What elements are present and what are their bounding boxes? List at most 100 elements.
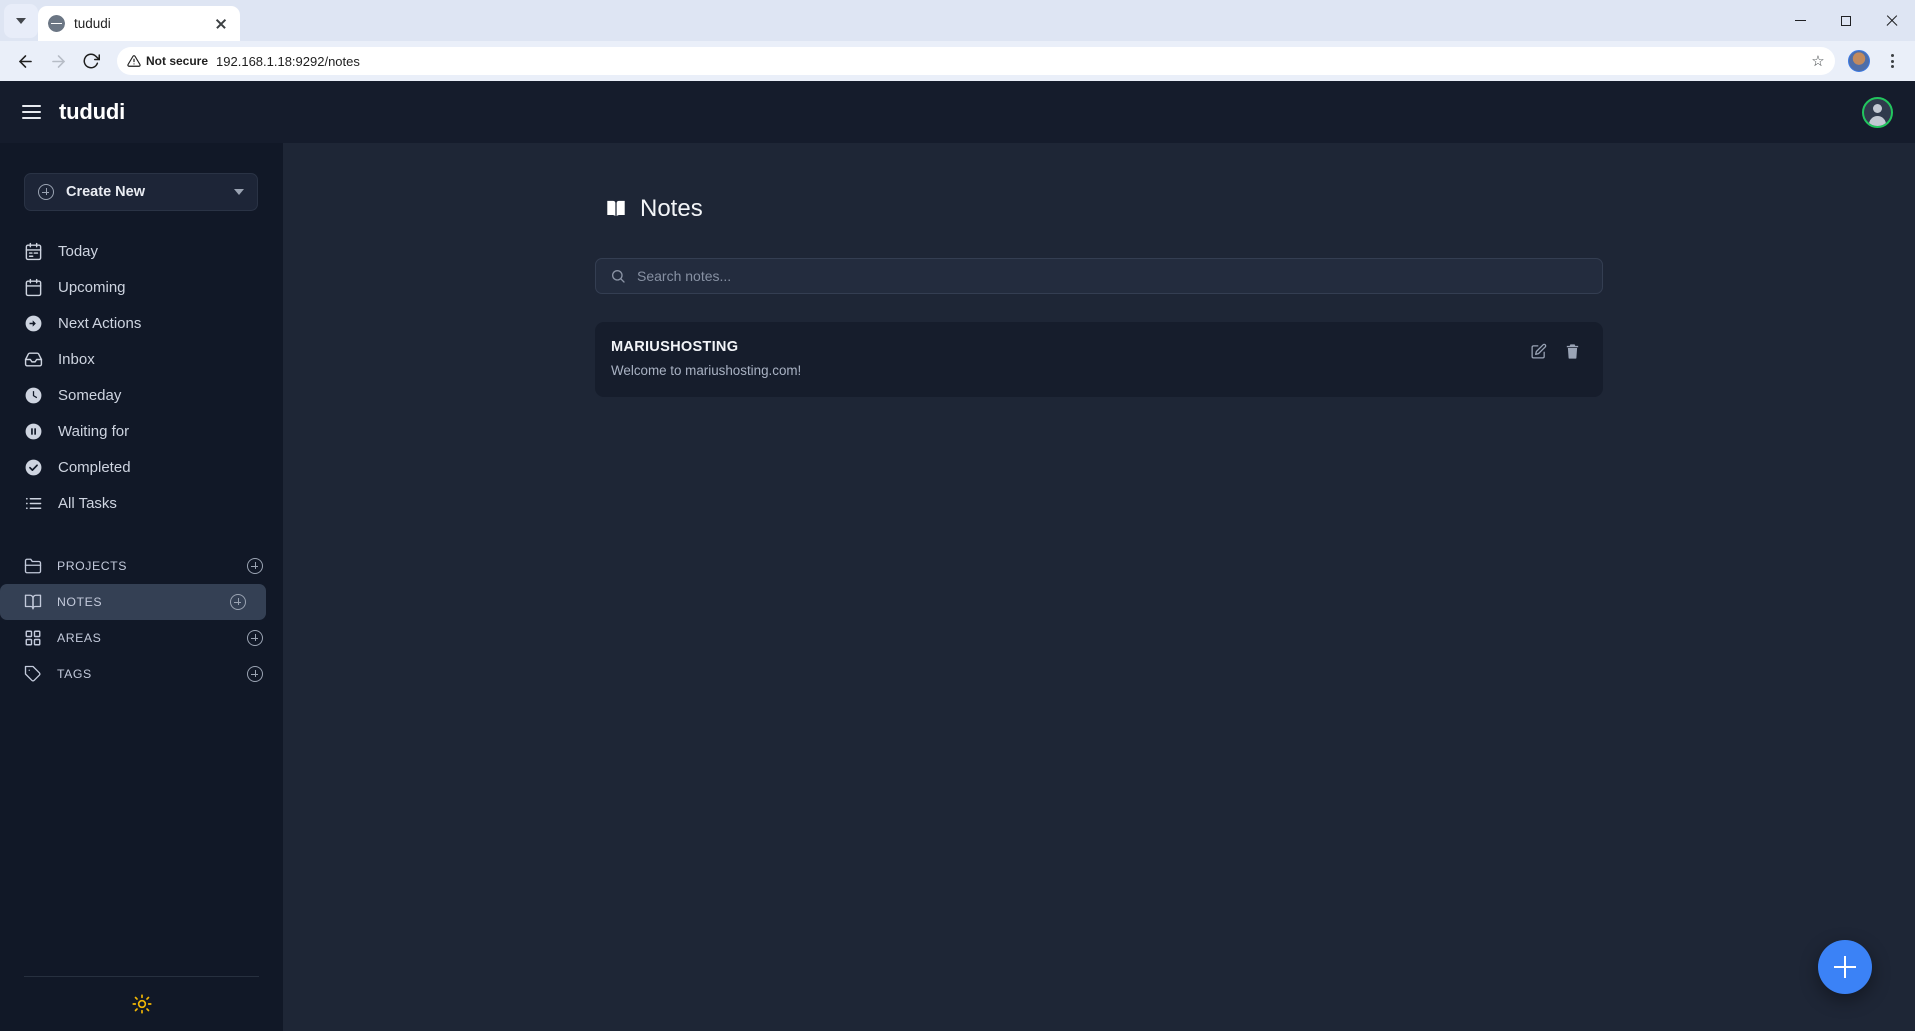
book-icon — [24, 594, 42, 610]
reload-icon — [83, 53, 100, 69]
add-tag-button[interactable] — [247, 666, 263, 682]
search-icon — [612, 270, 625, 283]
add-area-button[interactable] — [247, 630, 263, 646]
create-new-label: Create New — [66, 184, 145, 200]
sidebar-item-label: PROJECTS — [57, 559, 127, 573]
trash-icon[interactable] — [1564, 343, 1581, 360]
calendar-today-icon — [25, 242, 42, 260]
kebab-menu-icon[interactable] — [1879, 46, 1905, 76]
note-title: MARIUSHOSTING — [611, 339, 739, 355]
calendar-icon — [25, 278, 42, 296]
tududi-app: tududi Create New Today Upcoming Next Ac… — [0, 81, 1915, 1031]
tag-icon — [24, 665, 41, 682]
page-title-text: Notes — [640, 195, 703, 222]
clock-icon — [25, 387, 42, 403]
browser-tab[interactable]: tududi — [38, 6, 240, 41]
sidebar-footer — [24, 976, 259, 1031]
pause-circle-icon — [25, 423, 42, 439]
close-icon — [1885, 14, 1899, 28]
sidebar-item-tags[interactable]: TAGS — [0, 656, 283, 692]
main-content: Notes MARIUSHOSTING Welcome to mariushos… — [283, 143, 1915, 1031]
security-indicator[interactable]: Not secure — [127, 54, 208, 68]
sidebar-item-notes[interactable]: NOTES — [0, 584, 266, 620]
maximize-button[interactable] — [1823, 0, 1869, 41]
address-bar[interactable]: Not secure 192.168.1.18:9292/notes ☆ — [117, 47, 1835, 75]
create-new-button[interactable]: Create New — [24, 173, 258, 211]
folder-icon — [24, 558, 42, 574]
sidebar-item-upcoming[interactable]: Upcoming — [0, 269, 283, 305]
minimize-icon — [1794, 19, 1806, 22]
note-body: Welcome to mariushosting.com! — [611, 363, 802, 378]
avatar[interactable] — [1848, 50, 1870, 72]
sidebar-item-projects[interactable]: PROJECTS — [0, 548, 283, 584]
edit-pencil-icon[interactable] — [1530, 343, 1547, 360]
hamburger-menu-icon[interactable] — [22, 105, 41, 119]
sidebar-categories: PROJECTS NOTES AREAS TAGS — [0, 548, 283, 692]
user-avatar-icon[interactable] — [1862, 96, 1893, 128]
sidebar-item-all-tasks[interactable]: All Tasks — [0, 485, 283, 521]
search-bar[interactable] — [595, 258, 1603, 294]
omnibox-actions: ☆ — [1805, 47, 1831, 75]
add-note-button[interactable] — [230, 594, 246, 610]
notes-page: Notes MARIUSHOSTING Welcome to mariushos… — [595, 195, 1603, 397]
reload-button[interactable] — [76, 46, 106, 76]
tab-search-button[interactable] — [4, 4, 38, 38]
arrow-right-circle-icon — [25, 315, 42, 331]
sidebar-item-completed[interactable]: Completed — [0, 449, 283, 485]
forward-button[interactable] — [43, 46, 73, 76]
inbox-icon — [24, 351, 43, 367]
note-content: MARIUSHOSTING Welcome to mariushosting.c… — [611, 339, 1530, 378]
back-button[interactable] — [10, 46, 40, 76]
tab-strip: tududi — [0, 0, 1915, 41]
add-project-button[interactable] — [247, 558, 263, 574]
security-label: Not secure — [146, 54, 209, 68]
star-icon[interactable]: ☆ — [1805, 52, 1831, 70]
favicon-globe-icon — [47, 14, 66, 33]
sidebar-item-next-actions[interactable]: Next Actions — [0, 305, 283, 341]
window-controls — [1777, 0, 1915, 41]
sidebar-item-label: Upcoming — [58, 278, 126, 296]
sidebar-item-label: NOTES — [57, 595, 103, 609]
sidebar-item-label: Waiting for — [58, 422, 130, 440]
url-text: 192.168.1.18:9292/notes — [216, 53, 360, 69]
add-note-fab[interactable] — [1818, 940, 1872, 994]
sidebar-item-waiting-for[interactable]: Waiting for — [0, 413, 283, 449]
note-actions — [1530, 339, 1581, 360]
grid-icon — [25, 630, 41, 646]
search-input[interactable] — [637, 268, 1588, 284]
browser-window: tududi Not secure 192.168.1.18:9292/note… — [0, 0, 1915, 1031]
sidebar-item-today[interactable]: Today — [0, 233, 283, 269]
back-arrow-icon — [18, 54, 32, 68]
check-circle-icon — [25, 459, 42, 475]
warning-triangle-icon — [127, 55, 141, 67]
sidebar-item-label: All Tasks — [58, 494, 117, 512]
notes-page-header: Notes — [605, 195, 1603, 223]
app-header-left: tududi — [22, 99, 125, 125]
minimize-button[interactable] — [1777, 0, 1823, 41]
circle-plus-icon — [38, 184, 54, 200]
sidebar-item-label: TAGS — [57, 667, 92, 681]
sidebar-item-inbox[interactable]: Inbox — [0, 341, 283, 377]
page-title: tududi — [59, 99, 125, 124]
sidebar-item-label: Someday — [58, 386, 122, 404]
sidebar-nav: Today Upcoming Next Actions Inbox Someda… — [0, 233, 283, 521]
sidebar-item-label: Next Actions — [58, 314, 142, 332]
app-body: Create New Today Upcoming Next Actions I… — [0, 143, 1915, 1031]
forward-arrow-icon — [51, 54, 65, 68]
plus-icon — [1834, 956, 1856, 978]
close-window-button[interactable] — [1869, 0, 1915, 41]
sun-icon[interactable] — [131, 994, 152, 1014]
book-icon — [607, 200, 625, 217]
sidebar-item-someday[interactable]: Someday — [0, 377, 283, 413]
sidebar-item-label: AREAS — [57, 631, 102, 645]
sidebar-item-label: Completed — [58, 458, 131, 476]
sidebar-item-label: Today — [58, 242, 99, 260]
tab-title: tududi — [74, 16, 111, 31]
sidebar-item-label: Inbox — [58, 350, 95, 368]
note-card[interactable]: MARIUSHOSTING Welcome to mariushosting.c… — [595, 322, 1603, 397]
browser-toolbar: Not secure 192.168.1.18:9292/notes ☆ — [0, 41, 1915, 81]
close-icon[interactable] — [212, 15, 230, 33]
app-header: tududi — [0, 81, 1915, 143]
sidebar-item-areas[interactable]: AREAS — [0, 620, 283, 656]
